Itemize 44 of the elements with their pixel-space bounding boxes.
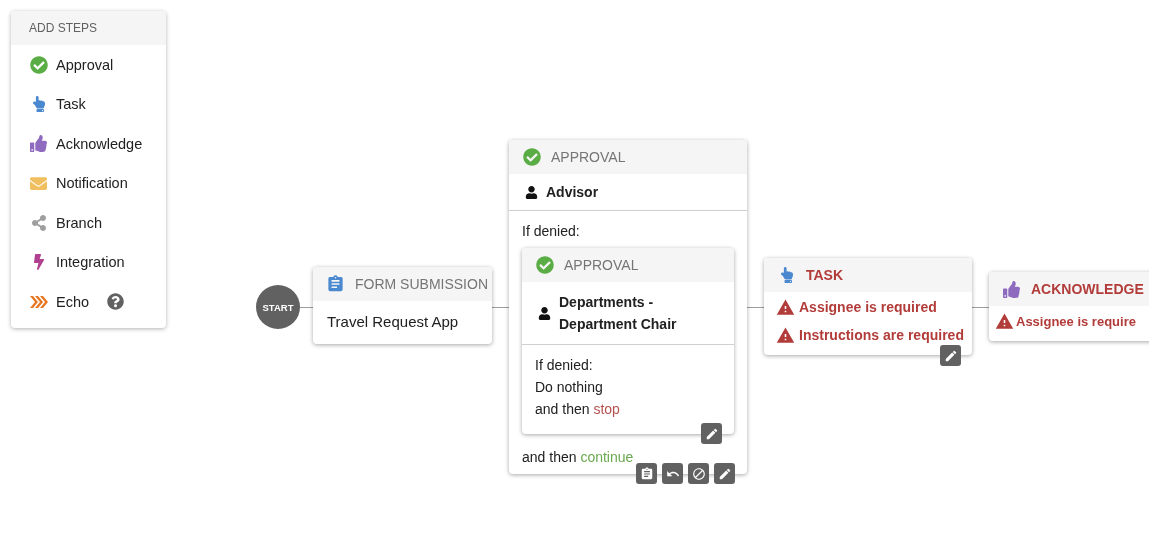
warning-icon <box>776 325 795 345</box>
step-title: APPROVAL <box>551 149 626 165</box>
clipboard-icon <box>639 466 654 481</box>
disable-button[interactable] <box>688 463 709 484</box>
thumbs-up-icon <box>1002 279 1021 299</box>
thumbs-up-icon <box>29 134 48 154</box>
denied-label: If denied: <box>522 222 581 241</box>
share-icon <box>29 213 48 233</box>
edit-button[interactable] <box>714 463 735 484</box>
pencil-icon <box>717 466 732 481</box>
start-node: START <box>256 285 300 329</box>
step-item[interactable]: Integration <box>11 242 166 282</box>
error-text: Assignee is require <box>1016 313 1136 329</box>
step-item[interactable]: Echo <box>11 282 166 322</box>
step-item[interactable]: Notification <box>11 163 166 203</box>
block-icon <box>691 466 706 481</box>
then-text: and then stop <box>535 400 621 419</box>
help-icon[interactable] <box>107 293 125 311</box>
panel-title: ADD STEPS <box>11 11 166 45</box>
step-title: FORM SUBMISSION <box>355 276 488 292</box>
form-name: Travel Request App <box>326 312 460 332</box>
step-item[interactable]: Acknowledge <box>11 124 166 164</box>
clipboard-icon <box>326 274 345 294</box>
error-text: Instructions are required <box>799 327 964 343</box>
step-title: ACKNOWLEDGE <box>1031 281 1144 297</box>
copy-button[interactable] <box>636 463 657 484</box>
denied-action: Do nothing <box>535 378 604 397</box>
assignee-text: Advisor <box>546 183 599 202</box>
step-title: TASK <box>806 267 844 283</box>
pencil-icon <box>943 348 958 363</box>
undo-button[interactable] <box>662 463 683 484</box>
warning-icon <box>776 297 795 317</box>
step-item[interactable]: Branch <box>11 203 166 243</box>
edit-button[interactable] <box>701 423 722 444</box>
then-text: and then continue <box>522 448 635 467</box>
pencil-icon <box>704 426 719 441</box>
step-item[interactable]: Task <box>11 84 166 124</box>
assignee-text: Departments - Department Chair <box>559 293 678 334</box>
step-title: APPROVAL <box>564 257 639 273</box>
step-item[interactable]: Approval <box>11 45 166 85</box>
edit-button[interactable] <box>940 345 961 366</box>
error-text: Assignee is required <box>799 299 937 315</box>
warning-icon <box>995 311 1014 331</box>
denied-label: If denied: <box>535 356 594 375</box>
